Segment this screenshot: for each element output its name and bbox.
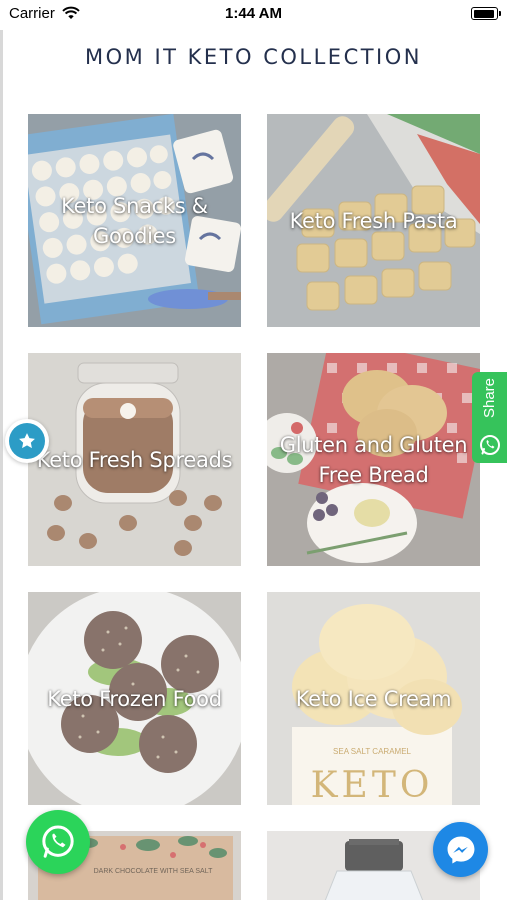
- star-button-circle: [9, 423, 45, 459]
- collection-tile-gluten-bread[interactable]: Gluten and Gluten Free Bread: [267, 353, 480, 566]
- collection-tile-keto-frozen[interactable]: Keto Frozen Food: [28, 592, 241, 805]
- collection-tile-keto-ice-cream[interactable]: SEA SALT CARAMEL KETO Keto Ice Cream: [267, 592, 480, 805]
- collection-label: Keto Fresh Pasta: [289, 208, 458, 233]
- collection-tile-keto-spreads[interactable]: Keto Fresh Spreads: [28, 353, 241, 566]
- collection-label: Keto Snacks & Goodies: [61, 193, 208, 248]
- status-time: 1:44 AM: [225, 5, 282, 22]
- collection-label: Keto Frozen Food: [47, 686, 222, 711]
- collection-label: Keto Ice Cream: [295, 686, 452, 711]
- messenger-icon: [447, 836, 474, 863]
- share-label: Share: [481, 378, 498, 419]
- page-title: MOM IT KETO COLLECTION: [85, 45, 422, 69]
- collection-tile-keto-snacks[interactable]: Keto Snacks & Goodies: [28, 114, 241, 327]
- collection-label: Keto Fresh Spreads: [36, 447, 233, 472]
- battery-icon: [471, 7, 501, 20]
- whatsapp-icon: [42, 825, 74, 858]
- screen-edge: [0, 30, 3, 900]
- whatsapp-icon: [479, 435, 500, 455]
- messenger-chat-button[interactable]: [433, 822, 488, 877]
- status-bar: Carrier 1:44 AM: [0, 0, 507, 28]
- rewards-star-button[interactable]: [5, 419, 49, 463]
- collection-label: Gluten and Gluten Free Bread: [279, 432, 468, 487]
- collection-tile-keto-pasta[interactable]: Keto Fresh Pasta: [267, 114, 480, 327]
- app-screen: Carrier 1:44 AM MOM IT KETO COLLECTION K…: [0, 0, 507, 900]
- whatsapp-chat-button[interactable]: [26, 810, 90, 874]
- star-icon: [19, 433, 35, 449]
- share-tab[interactable]: Share: [472, 372, 507, 463]
